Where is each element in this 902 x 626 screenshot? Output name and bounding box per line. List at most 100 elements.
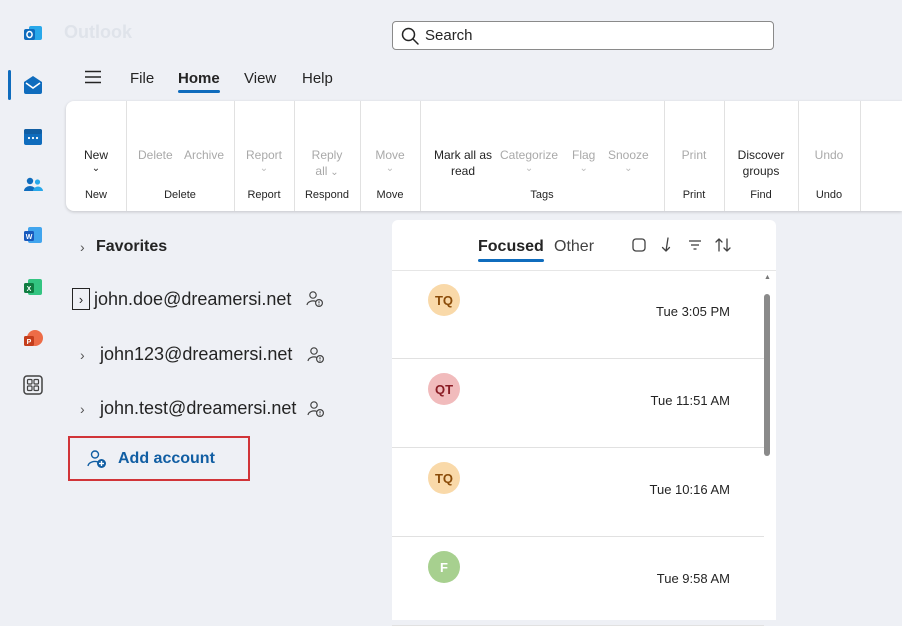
tab-file[interactable]: File: [130, 70, 154, 87]
mail-icon[interactable]: [22, 74, 44, 96]
ribbon-group-new: New ⌄ New: [66, 101, 127, 211]
ribbon-group-respond: Reply all ⌄ Respond: [294, 101, 361, 211]
snooze-label: Snooze: [608, 148, 649, 162]
undo-button[interactable]: Undo: [798, 147, 860, 163]
move-button[interactable]: Move ⌄: [360, 147, 420, 175]
word-icon[interactable]: W: [22, 224, 44, 246]
tab-focused[interactable]: Focused: [478, 238, 544, 262]
rail-selection-indicator: [8, 70, 11, 100]
report-label: Report: [245, 148, 283, 162]
reply-all-button[interactable]: Reply all ⌄: [294, 147, 360, 181]
flag-button[interactable]: Flag ⌄: [572, 147, 595, 175]
new-button[interactable]: New ⌄: [66, 147, 126, 175]
group-label-print: Print: [682, 189, 706, 201]
message-item[interactable]: TQ Tue 3:05 PM: [392, 270, 764, 359]
powerpoint-icon[interactable]: P: [22, 328, 44, 350]
tab-help[interactable]: Help: [302, 70, 333, 87]
mark-all-read-button[interactable]: Mark all as read: [434, 147, 492, 179]
search-icon: [401, 27, 419, 45]
ribbon-group-undo: Undo Undo: [798, 101, 861, 211]
ribbon-group-delete: Delete Archive Delete: [126, 101, 235, 211]
ribbon-group-report: Report ⌄ Report: [234, 101, 295, 211]
report-button[interactable]: Report ⌄: [234, 147, 294, 175]
mark-all-label-2: read: [450, 164, 476, 178]
chevron-right-icon[interactable]: ›: [80, 401, 96, 417]
svg-text:X: X: [27, 286, 32, 293]
apps-icon[interactable]: [22, 374, 44, 396]
select-icon[interactable]: [630, 236, 648, 254]
add-person-icon: [87, 449, 106, 468]
account-email: john123@dreamersi.net: [100, 344, 293, 364]
message-time: Tue 3:05 PM: [656, 304, 730, 319]
people-icon[interactable]: [22, 174, 44, 196]
message-time: Tue 10:16 AM: [649, 482, 730, 497]
calendar-icon[interactable]: [22, 126, 44, 148]
search-box[interactable]: [392, 21, 774, 50]
group-label-respond: Respond: [304, 189, 350, 201]
account-email: john.test@dreamersi.net: [100, 398, 297, 418]
avatar: TQ: [428, 284, 460, 316]
categorize-button[interactable]: Categorize ⌄: [500, 147, 558, 175]
chevron-down-icon: ⌄: [579, 163, 588, 174]
account-settings-icon: [307, 400, 325, 417]
group-label-new: New: [84, 189, 107, 201]
chevron-down-icon: ⌄: [91, 163, 101, 174]
favorites-row[interactable]: › Favorites: [80, 238, 167, 256]
message-item[interactable]: TQ Tue 10:16 AM: [392, 448, 764, 537]
menu-bar: File Home View Help: [60, 60, 902, 96]
add-account-label: Add account: [118, 449, 215, 467]
search-input[interactable]: [423, 26, 757, 45]
sort-icon[interactable]: [714, 236, 732, 254]
message-item[interactable]: F Tue 9:58 AM: [392, 537, 764, 626]
group-label-tags: Tags: [530, 189, 554, 201]
chevron-down-icon: ⌄: [327, 167, 339, 178]
account-row[interactable]: › john123@dreamersi.net: [80, 344, 326, 365]
filter-icon[interactable]: [686, 236, 704, 254]
reply-all-label-1: Reply: [311, 148, 343, 162]
categorize-label: Categorize: [500, 148, 559, 162]
ribbon-group-tags: Mark all as read Categorize ⌄ Flag ⌄ Sno…: [420, 101, 665, 211]
group-label-delete: Delete: [164, 189, 196, 201]
chevron-right-icon[interactable]: ›: [80, 347, 96, 363]
scrollbar-thumb[interactable]: [764, 294, 770, 456]
tab-view[interactable]: View: [244, 70, 276, 87]
title-bar: Outlook: [60, 12, 902, 58]
ribbon-group-find: Discover groups Find: [724, 101, 799, 211]
add-account-button[interactable]: Add account: [68, 436, 250, 481]
scrollbar[interactable]: ▲: [762, 274, 772, 620]
tab-home[interactable]: Home: [178, 70, 220, 93]
account-row[interactable]: › john.doe@dreamersi.net: [72, 288, 325, 310]
excel-icon[interactable]: X: [22, 276, 44, 298]
group-label-report: Report: [247, 189, 281, 201]
outlook-logo-icon[interactable]: [22, 22, 44, 44]
group-label-find: Find: [750, 189, 772, 201]
jump-to-icon[interactable]: [658, 236, 676, 254]
account-settings-icon: [306, 291, 324, 308]
favorites-label: Favorites: [96, 238, 168, 255]
message-time: Tue 9:58 AM: [656, 571, 730, 586]
message-list-header: Focused Other: [392, 220, 776, 271]
ribbon-group-move: Move ⌄ Move: [360, 101, 421, 211]
new-label: New: [83, 148, 108, 162]
scroll-up-arrow-icon[interactable]: ▲: [764, 274, 771, 281]
account-settings-icon: [307, 346, 325, 363]
print-button[interactable]: Print: [664, 147, 724, 163]
snooze-button[interactable]: Snooze ⌄: [608, 147, 649, 175]
discover-groups-button[interactable]: Discover groups: [724, 147, 798, 179]
app-title: Outlook: [64, 22, 132, 42]
hamburger-menu-icon[interactable]: [84, 70, 102, 84]
tab-other[interactable]: Other: [554, 238, 594, 256]
account-email: john.doe@dreamersi.net: [94, 288, 292, 309]
svg-text:P: P: [27, 339, 32, 346]
group-label-undo: Undo: [815, 189, 843, 201]
account-row[interactable]: › john.test@dreamersi.net: [80, 398, 326, 419]
archive-button[interactable]: Archive: [184, 147, 224, 163]
discover-groups-label-1: Discover: [737, 148, 785, 162]
message-item[interactable]: QT Tue 11:51 AM: [392, 359, 764, 448]
chevron-right-icon[interactable]: ›: [72, 288, 90, 310]
ribbon: New ⌄ New Delete Archive Delete Report ⌄…: [66, 101, 902, 211]
delete-button[interactable]: Delete: [138, 147, 173, 163]
app-rail: W X P: [0, 0, 60, 620]
chevron-right-icon: ›: [80, 239, 85, 255]
avatar: QT: [428, 373, 460, 405]
